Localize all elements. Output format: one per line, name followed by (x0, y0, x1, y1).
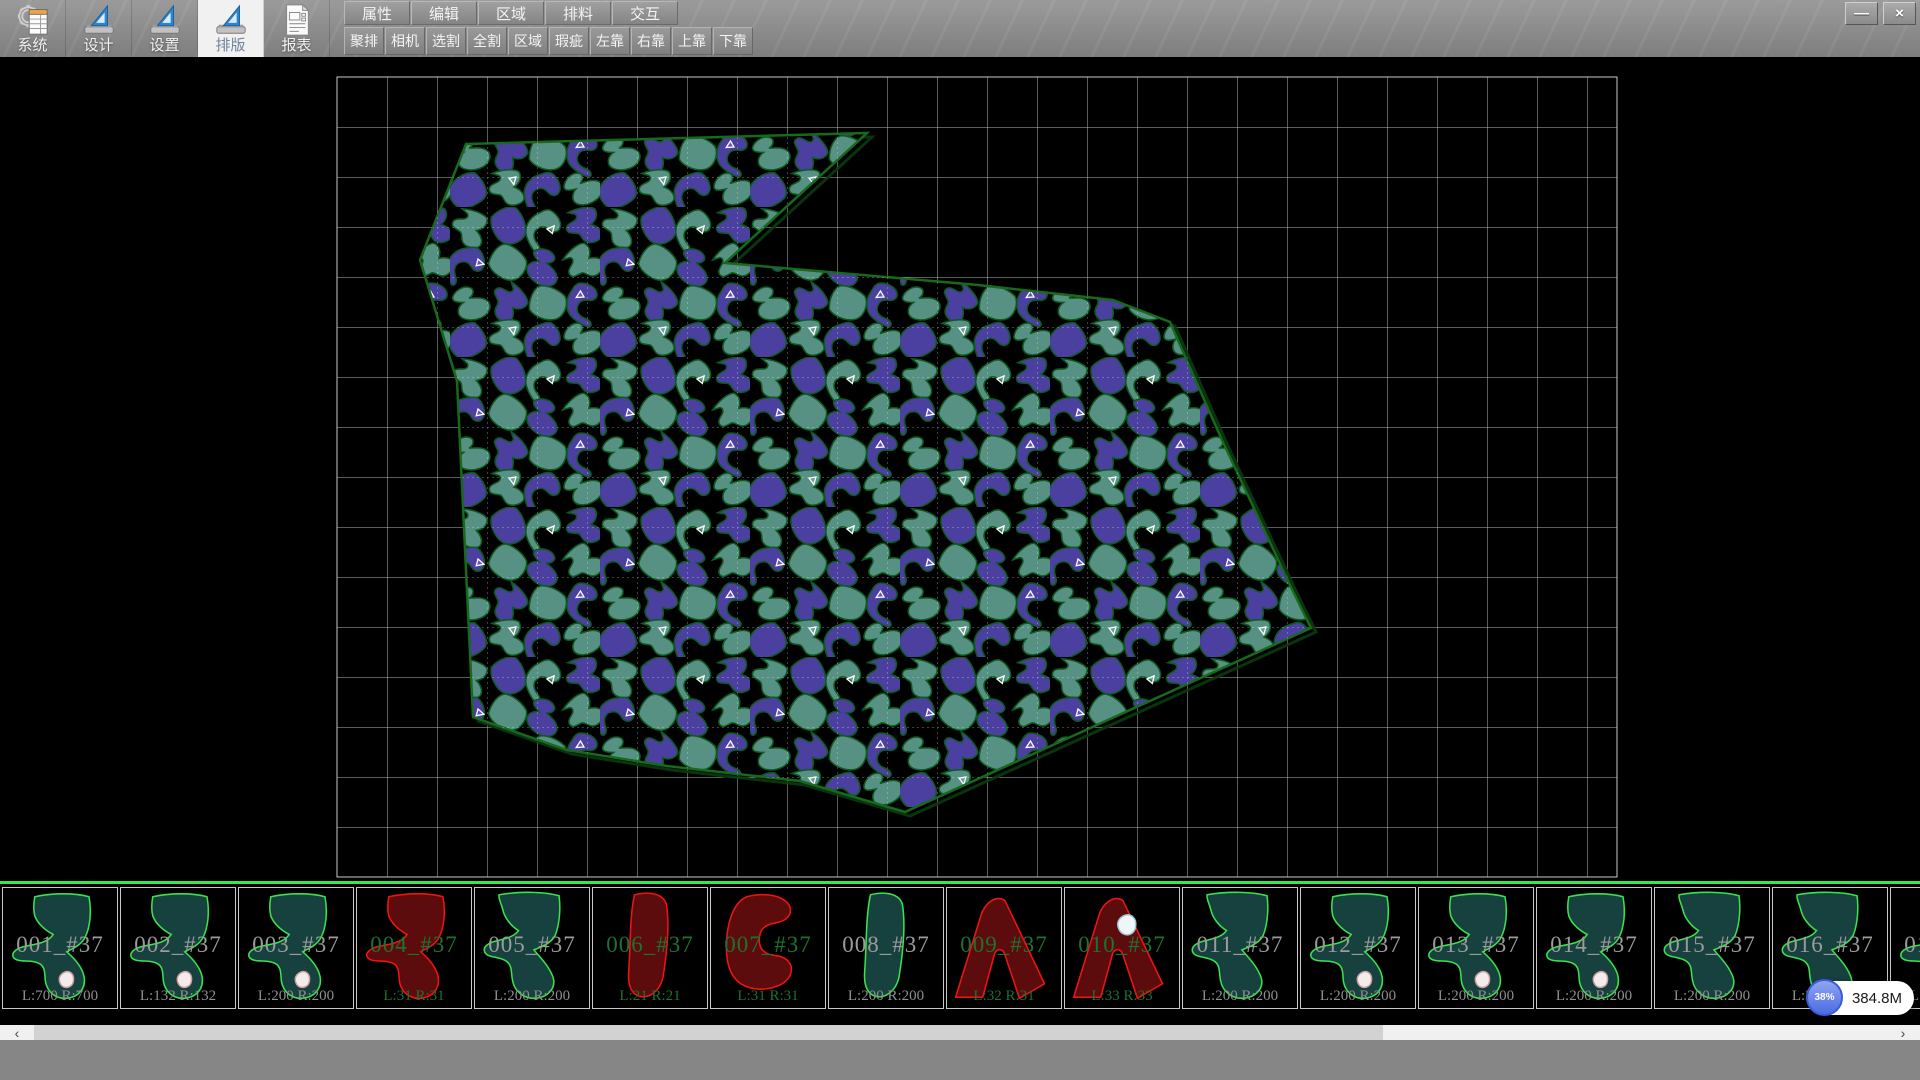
piece-id-label: 010_#37 (1065, 932, 1179, 958)
piece-id-label: 007_#37 (711, 932, 825, 958)
piece-lr-label: L:21 R:21 (593, 988, 707, 1005)
piece-cell[interactable]: 007_#37 L:31 R:31 (710, 887, 826, 1009)
piece-cell[interactable]: 005_#37 L:200 R:200 (474, 887, 590, 1009)
toolbar: 系统 设计 设置 排版 报表 (0, 0, 1920, 58)
minimize-button[interactable]: — (1845, 2, 1878, 25)
ribbon-icon (16, 3, 50, 37)
canvas-svg (0, 57, 1920, 881)
piece-lr-label: L:200 R:200 (1537, 988, 1651, 1005)
tool-button[interactable]: 左靠 (590, 27, 630, 55)
piece-id-label: 008_#37 (829, 932, 943, 958)
ribbon-button[interactable]: 报表 (264, 0, 330, 57)
piece-cell[interactable]: 013_#37 L:200 R:200 (1418, 887, 1534, 1009)
menu-button[interactable]: 属性 (344, 1, 410, 25)
piece-lr-label: L:200 R:200 (239, 988, 353, 1005)
bottom-status-area (0, 1040, 1920, 1080)
piece-cell[interactable]: 012_#37 L:200 R:200 (1300, 887, 1416, 1009)
piece-id-label: 011_#37 (1183, 932, 1297, 958)
ribbon-button[interactable]: 系统 (0, 0, 66, 57)
app-window: 系统 设计 设置 排版 报表 (0, 0, 1920, 1080)
piece-lr-label: L:200 R:200 (1655, 988, 1769, 1005)
piece-lr-label: L:31 R:31 (357, 988, 471, 1005)
close-button[interactable]: × (1883, 2, 1916, 25)
piece-cell[interactable]: 015_#37 L:200 R:200 (1654, 887, 1770, 1009)
piece-cell[interactable]: 011_#37 L:200 R:200 (1182, 887, 1298, 1009)
piece-lr-label: L:200 R:200 (829, 988, 943, 1005)
piece-lr-label: L:132 R:132 (121, 988, 235, 1005)
tool-button[interactable]: 相机 (385, 27, 425, 55)
tool-row: 聚排 相机 选割 全割 区域 瑕疵 左靠 右靠 上靠 下靠 (344, 27, 754, 56)
menu-button[interactable]: 交互 (612, 1, 678, 25)
menu-button[interactable]: 区域 (478, 1, 544, 25)
tool-button[interactable]: 全割 (467, 27, 507, 55)
piece-cell[interactable]: 001_#37 L:700 R:700 (2, 887, 118, 1009)
ribbon-label: 系统 (17, 37, 47, 54)
window-controls: — × (1845, 2, 1916, 25)
piece-lr-label: L:31 R:31 (711, 988, 825, 1005)
ribbon-label: 排版 (215, 37, 245, 54)
ribbon-button[interactable]: 设计 (66, 0, 132, 57)
piece-id-label: 005_#37 (475, 932, 589, 958)
piece-id-label: 013_#37 (1419, 932, 1533, 958)
piece-cell[interactable]: 009_#37 L:32 R:31 (946, 887, 1062, 1009)
strip-divider-line (0, 881, 1920, 884)
memory-value: 384.8M (1852, 990, 1902, 1007)
scroll-left-arrow-icon[interactable]: ‹ (0, 1025, 34, 1040)
piece-id-label: 002_#37 (121, 932, 235, 958)
piece-cell[interactable]: 008_#37 L:200 R:200 (828, 887, 944, 1009)
tool-button[interactable]: 瑕疵 (549, 27, 589, 55)
piece-cell[interactable]: 006_#37 L:21 R:21 (592, 887, 708, 1009)
piece-lr-label: L:32 R:31 (947, 988, 1061, 1005)
piece-lr-label: L:33 R:33 (1065, 988, 1179, 1005)
piece-cell[interactable]: 004_#37 L:31 R:31 (356, 887, 472, 1009)
piece-lr-label: L:200 R:200 (475, 988, 589, 1005)
piece-id-label: 004_#37 (357, 932, 471, 958)
piece-id-label: 017_#37 (1891, 932, 1920, 958)
piece-cell[interactable]: 014_#37 L:200 R:200 (1536, 887, 1652, 1009)
ribbon-icon (82, 3, 116, 37)
menu-button[interactable]: 排料 (545, 1, 611, 25)
ribbon-label: 设计 (83, 37, 113, 54)
piece-cell[interactable]: 010_#37 L:33 R:33 (1064, 887, 1180, 1009)
ribbon-button[interactable]: 设置 (132, 0, 198, 57)
piece-id-label: 014_#37 (1537, 932, 1651, 958)
ribbon-icon (214, 3, 248, 37)
ribbon-icon (280, 3, 314, 37)
piece-lr-label: L:200 R:200 (1183, 988, 1297, 1005)
piece-cell[interactable]: 003_#37 L:200 R:200 (238, 887, 354, 1009)
nesting-canvas[interactable] (0, 57, 1920, 881)
ribbon-icon (148, 3, 182, 37)
ribbon-label: 报表 (281, 37, 311, 54)
piece-strip: 001_#37 L:700 R:700 002_#37 L:132 R:132 … (0, 887, 1920, 1011)
tool-button[interactable]: 选割 (426, 27, 466, 55)
piece-id-label: 003_#37 (239, 932, 353, 958)
tool-button[interactable]: 右靠 (631, 27, 671, 55)
piece-cell[interactable]: 002_#37 L:132 R:132 (120, 887, 236, 1009)
horizontal-scrollbar[interactable]: ‹ › (0, 1025, 1920, 1040)
menu-button[interactable]: 编辑 (411, 1, 477, 25)
piece-id-label: 015_#37 (1655, 932, 1769, 958)
piece-id-label: 009_#37 (947, 932, 1061, 958)
percent-circle: 38% (1806, 979, 1843, 1016)
piece-lr-label: L:200 R:200 (1301, 988, 1415, 1005)
tool-button[interactable]: 聚排 (344, 27, 384, 55)
scroll-right-arrow-icon[interactable]: › (1886, 1025, 1920, 1040)
piece-id-label: 001_#37 (3, 932, 117, 958)
menu-row: 属性 编辑 区域 排料 交互 (344, 1, 679, 26)
tool-button[interactable]: 上靠 (672, 27, 712, 55)
tool-button[interactable]: 区域 (508, 27, 548, 55)
scrollbar-thumb[interactable] (34, 1025, 1383, 1040)
percent-value: 38% (1814, 992, 1834, 1003)
piece-lr-label: L:200 R:200 (1419, 988, 1533, 1005)
piece-lr-label: L:700 R:700 (3, 988, 117, 1005)
status-badge[interactable]: 384.8M 38% (1806, 981, 1914, 1015)
ribbon-tabs: 系统 设计 设置 排版 报表 (0, 0, 330, 57)
piece-id-label: 012_#37 (1301, 932, 1415, 958)
piece-id-label: 016_#37 (1773, 932, 1887, 958)
piece-id-label: 006_#37 (593, 932, 707, 958)
tool-button[interactable]: 下靠 (713, 27, 753, 55)
ribbon-label: 设置 (149, 37, 179, 54)
ribbon-button[interactable]: 排版 (198, 0, 264, 57)
